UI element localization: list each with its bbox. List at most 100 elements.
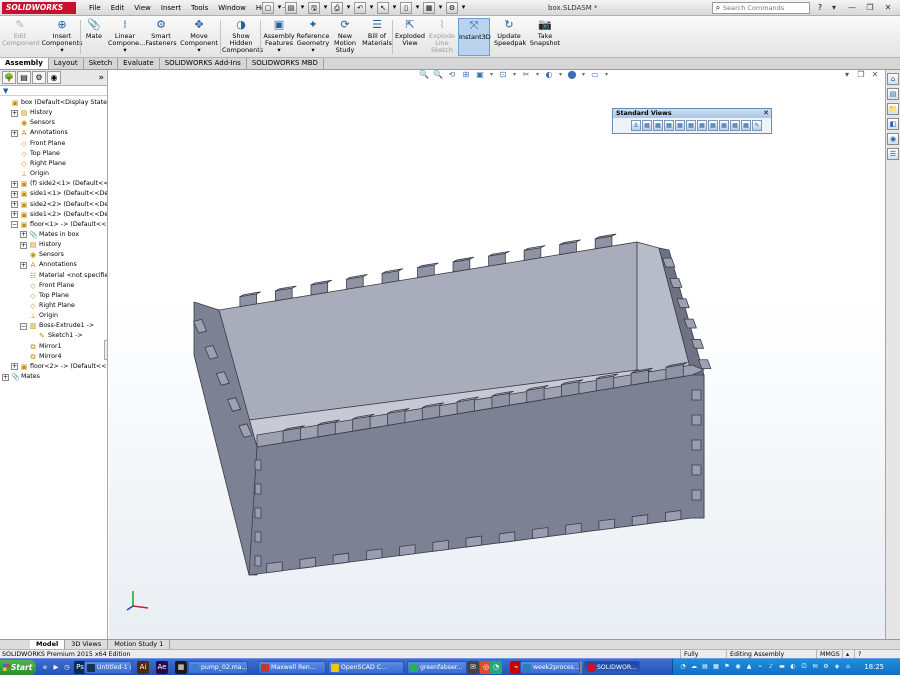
tree-item[interactable]: ⊥ Origin bbox=[20, 311, 58, 321]
viewport-restore-icon[interactable]: ❐ bbox=[855, 70, 867, 80]
front-wall-bottom-slot[interactable] bbox=[532, 527, 549, 539]
command-edit-component[interactable]: ✎ Edit Component bbox=[2, 18, 40, 56]
tree-item[interactable]: +▣floor<2> -> (Default<<Default bbox=[11, 362, 107, 372]
expand-toggle-icon[interactable]: + bbox=[11, 180, 18, 188]
feature-tree-tab-icon[interactable]: 🌳 bbox=[2, 71, 16, 84]
front-wall-bottom-slot[interactable] bbox=[665, 510, 682, 522]
view-palette-icon[interactable]: ◧ bbox=[887, 118, 899, 130]
standard-view-icon[interactable]: ▦ bbox=[697, 120, 707, 131]
tray-icon[interactable]: ◈ bbox=[833, 663, 841, 671]
close-icon[interactable]: ✕ bbox=[880, 2, 896, 14]
tree-item[interactable]: +▣side2<2> (Default<<Default>_ bbox=[11, 200, 107, 210]
quick-dropdown-icon[interactable]: ▾ bbox=[276, 2, 283, 14]
hud-dropdown-icon[interactable]: ▾ bbox=[512, 70, 517, 80]
tree-item[interactable]: ◇ Front Plane bbox=[11, 139, 65, 149]
tree-item[interactable]: +▣side1<1> (Default<<Default>_ bbox=[11, 189, 107, 199]
corner-vertical-slot[interactable] bbox=[691, 464, 702, 476]
taskbar-window-button[interactable]: greenfabser... bbox=[407, 661, 467, 674]
tree-item[interactable]: ◉ Sensors bbox=[20, 250, 64, 260]
taskbar-window-button[interactable]: pump_02.ma... bbox=[188, 661, 248, 674]
command-update-speedpak[interactable]: ↻ Update Speedpak bbox=[494, 18, 526, 56]
tree-item[interactable]: ◇ Top Plane bbox=[20, 291, 69, 301]
close-icon[interactable]: ✕ bbox=[763, 109, 769, 118]
front-wall-bottom-slot[interactable] bbox=[631, 514, 649, 527]
taskbar-app-icon[interactable]: Ai bbox=[137, 661, 149, 674]
hud-view-icon[interactable]: ◐ bbox=[544, 70, 554, 80]
corner-vertical-slot[interactable] bbox=[691, 439, 702, 451]
expand-toggle-icon[interactable]: + bbox=[11, 190, 18, 198]
hud-dropdown-icon[interactable]: ▾ bbox=[535, 70, 540, 80]
tree-item[interactable]: −▣floor<1> -> (Default<<Default bbox=[11, 220, 107, 230]
front-wall-bottom-slot[interactable] bbox=[365, 548, 383, 561]
hud-view-icon[interactable]: ✂ bbox=[521, 70, 531, 80]
tree-item[interactable]: + A Annotations bbox=[11, 128, 68, 138]
tab-solidworks-add-ins[interactable]: SOLIDWORKS Add-Ins bbox=[160, 58, 247, 69]
hud-dropdown-icon[interactable]: ▾ bbox=[558, 70, 563, 80]
quick-toolbar-icon[interactable]: ▯ bbox=[400, 2, 412, 14]
front-wall-bottom-slot[interactable] bbox=[432, 539, 449, 552]
tree-filter-icon[interactable]: ▼ bbox=[0, 86, 107, 96]
tree-item[interactable]: ✎ Sketch1 -> bbox=[29, 331, 83, 341]
restore-icon[interactable]: ❐ bbox=[862, 2, 878, 14]
tab-assembly[interactable]: Assembly bbox=[0, 58, 49, 69]
hud-view-icon[interactable]: ▭ bbox=[590, 70, 600, 80]
tree-item[interactable]: − ▥ Boss-Extrude1 -> bbox=[20, 321, 94, 331]
taskbar-window-button[interactable]: SOLIDWOR... bbox=[584, 661, 640, 674]
tray-icon[interactable]: ▲ bbox=[745, 663, 753, 671]
standard-views-title[interactable]: Standard Views ✕ bbox=[613, 109, 771, 118]
configuration-tab-icon[interactable]: ⚙ bbox=[32, 71, 46, 84]
tab-sketch[interactable]: Sketch bbox=[84, 58, 119, 69]
tray-icon[interactable]: ▬ bbox=[778, 663, 786, 671]
solidworks-logo[interactable]: SOLIDWORKS bbox=[2, 2, 76, 14]
quick-toolbar-icon[interactable]: ⎙ bbox=[331, 2, 343, 14]
hud-view-icon[interactable]: 🔍 bbox=[419, 70, 429, 80]
bottom-tab-motion-study-1[interactable]: Motion Study 1 bbox=[108, 640, 171, 649]
tree-item[interactable]: + 📎 Mates bbox=[2, 372, 40, 382]
hud-dropdown-icon[interactable]: ▾ bbox=[604, 70, 609, 80]
standard-view-icon[interactable]: ▦ bbox=[642, 120, 652, 131]
quick-toolbar-icon[interactable]: ▤ bbox=[285, 2, 297, 14]
command-assembly-features[interactable]: ▣ Assembly Features ▾ bbox=[262, 18, 296, 56]
corner-vertical-slot[interactable] bbox=[691, 389, 702, 401]
taskbar-window-button[interactable]: OpenSCAD C... bbox=[328, 661, 404, 674]
tray-icon[interactable]: ▤ bbox=[701, 663, 709, 671]
menu-view[interactable]: View bbox=[129, 0, 156, 16]
quick-dropdown-icon[interactable]: ▾ bbox=[345, 2, 352, 14]
command-new-motion-study[interactable]: ⟳ New Motion Study bbox=[332, 18, 358, 56]
expand-toggle-icon[interactable]: + bbox=[11, 211, 18, 219]
quick-toolbar-icon[interactable]: ⚙ bbox=[446, 2, 458, 14]
tray-icon[interactable]: ◐ bbox=[789, 663, 797, 671]
tray-icon[interactable]: ⌂ bbox=[844, 663, 852, 671]
hud-view-icon[interactable]: ⟲ bbox=[447, 70, 457, 80]
tab-evaluate[interactable]: Evaluate bbox=[118, 58, 160, 69]
box-assembly-model[interactable] bbox=[109, 70, 885, 639]
expand-toggle-icon[interactable]: + bbox=[11, 129, 18, 137]
expand-toggle-icon[interactable]: + bbox=[20, 241, 27, 249]
hud-view-icon[interactable]: ⬤ bbox=[567, 70, 577, 80]
expand-toggle-icon[interactable]: − bbox=[20, 322, 27, 330]
normal-to-view-icon[interactable]: ⚓ bbox=[631, 120, 641, 131]
tab-layout[interactable]: Layout bbox=[49, 58, 84, 69]
quick-toolbar-icon[interactable]: ↶ bbox=[354, 2, 366, 14]
property-manager-tab-icon[interactable]: ▤ bbox=[17, 71, 31, 84]
taskbar-window-button[interactable]: Untitled-1 @ 66... bbox=[84, 661, 132, 674]
tray-icon[interactable]: ⚙ bbox=[822, 663, 830, 671]
front-wall-bottom-slot[interactable] bbox=[498, 531, 516, 544]
search-commands-input[interactable] bbox=[723, 4, 807, 12]
tray-icon[interactable]: ⌁ bbox=[756, 663, 764, 671]
front-wall-bottom-slot[interactable] bbox=[332, 552, 350, 565]
tree-item[interactable]: + 📎 Mates in box bbox=[20, 230, 79, 240]
menu-edit[interactable]: Edit bbox=[106, 0, 130, 16]
taskbar-window-button[interactable]: Maxwell Ren... bbox=[258, 661, 326, 674]
view-selector-icon[interactable]: ✎ bbox=[752, 120, 762, 131]
front-wall-bottom-slot[interactable] bbox=[465, 535, 482, 548]
tree-item[interactable]: ◇ Right Plane bbox=[11, 159, 66, 169]
hud-dropdown-icon[interactable]: ▾ bbox=[489, 70, 494, 80]
tree-item[interactable]: ☷Material <not specified> bbox=[20, 271, 107, 281]
corner-vertical-slot[interactable] bbox=[254, 507, 262, 519]
corner-vertical-slot[interactable] bbox=[254, 555, 262, 567]
quick-launch-icon[interactable]: ◷ bbox=[62, 662, 72, 672]
command-linear-compone[interactable]: ⁞ Linear Compone... ▾ bbox=[108, 18, 145, 56]
corner-vertical-slot[interactable] bbox=[254, 459, 262, 471]
front-wall-bottom-slot[interactable] bbox=[266, 561, 283, 574]
